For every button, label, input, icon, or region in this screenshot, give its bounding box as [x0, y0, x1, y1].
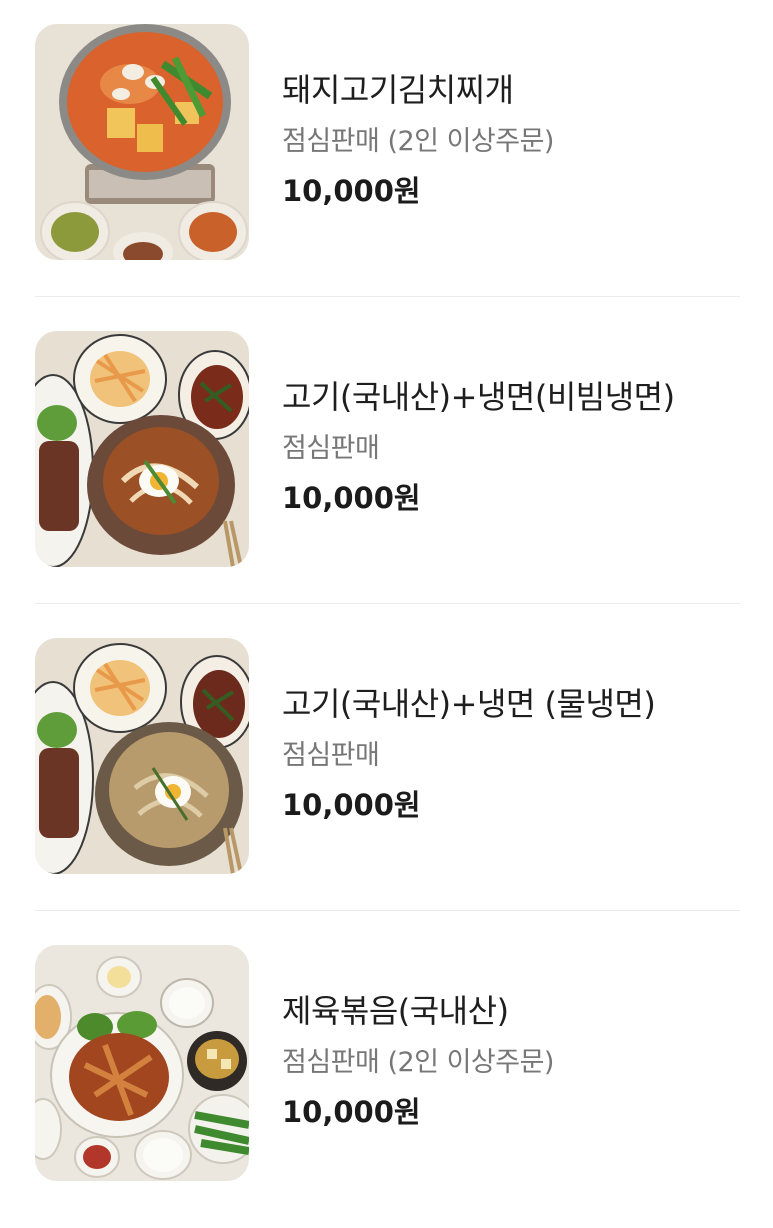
kimchi-stew-photo-icon: [35, 24, 249, 260]
menu-list: 돼지고기김치찌개 점심판매 (2인 이상주문) 10,000원 고기(국내산)+…: [0, 0, 773, 1208]
menu-item-name: 제육볶음(국내산): [282, 992, 509, 1030]
menu-item-mul-naengmyeon[interactable]: 고기(국내산)+냉면 (물냉면) 점심판매 10,000원: [0, 614, 773, 921]
menu-item-bibim-naengmyeon[interactable]: 고기(국내산)+냉면(비빔냉면) 점심판매 10,000원: [0, 307, 773, 614]
menu-item-info: 고기(국내산)+냉면(비빔냉면) 점심판매 10,000원: [282, 377, 753, 516]
menu-item-price: 10,000원: [282, 174, 421, 208]
menu-item-jeyuk-bokkeum[interactable]: 제육볶음(국내산) 점심판매 (2인 이상주문) 10,000원: [0, 921, 773, 1228]
divider: [35, 603, 740, 604]
menu-item-price: 10,000원: [282, 481, 421, 515]
food-image: [35, 24, 249, 260]
menu-item-description: 점심판매 (2인 이상주문): [282, 1047, 554, 1078]
menu-item-price: 10,000원: [282, 788, 421, 822]
divider: [35, 910, 740, 911]
stir-fried-pork-photo-icon: [35, 945, 249, 1181]
water-cold-noodle-set-photo-icon: [35, 638, 249, 874]
food-image: [35, 331, 249, 567]
spicy-cold-noodle-set-photo-icon: [35, 331, 249, 567]
menu-item-description: 점심판매: [282, 433, 380, 464]
menu-item-info: 고기(국내산)+냉면 (물냉면) 점심판매 10,000원: [282, 684, 753, 823]
food-image: [35, 638, 249, 874]
divider: [35, 296, 740, 297]
menu-item-description: 점심판매: [282, 740, 380, 771]
menu-item-name: 돼지고기김치찌개: [282, 71, 514, 109]
food-image: [35, 945, 249, 1181]
menu-item-description: 점심판매 (2인 이상주문): [282, 126, 554, 157]
menu-item-info: 제육볶음(국내산) 점심판매 (2인 이상주문) 10,000원: [282, 991, 753, 1130]
menu-item-kimchi-stew[interactable]: 돼지고기김치찌개 점심판매 (2인 이상주문) 10,000원: [0, 0, 773, 307]
menu-item-name: 고기(국내산)+냉면(비빔냉면): [282, 378, 675, 416]
menu-item-name: 고기(국내산)+냉면 (물냉면): [282, 685, 656, 723]
menu-item-info: 돼지고기김치찌개 점심판매 (2인 이상주문) 10,000원: [282, 70, 753, 209]
menu-item-price: 10,000원: [282, 1095, 421, 1129]
